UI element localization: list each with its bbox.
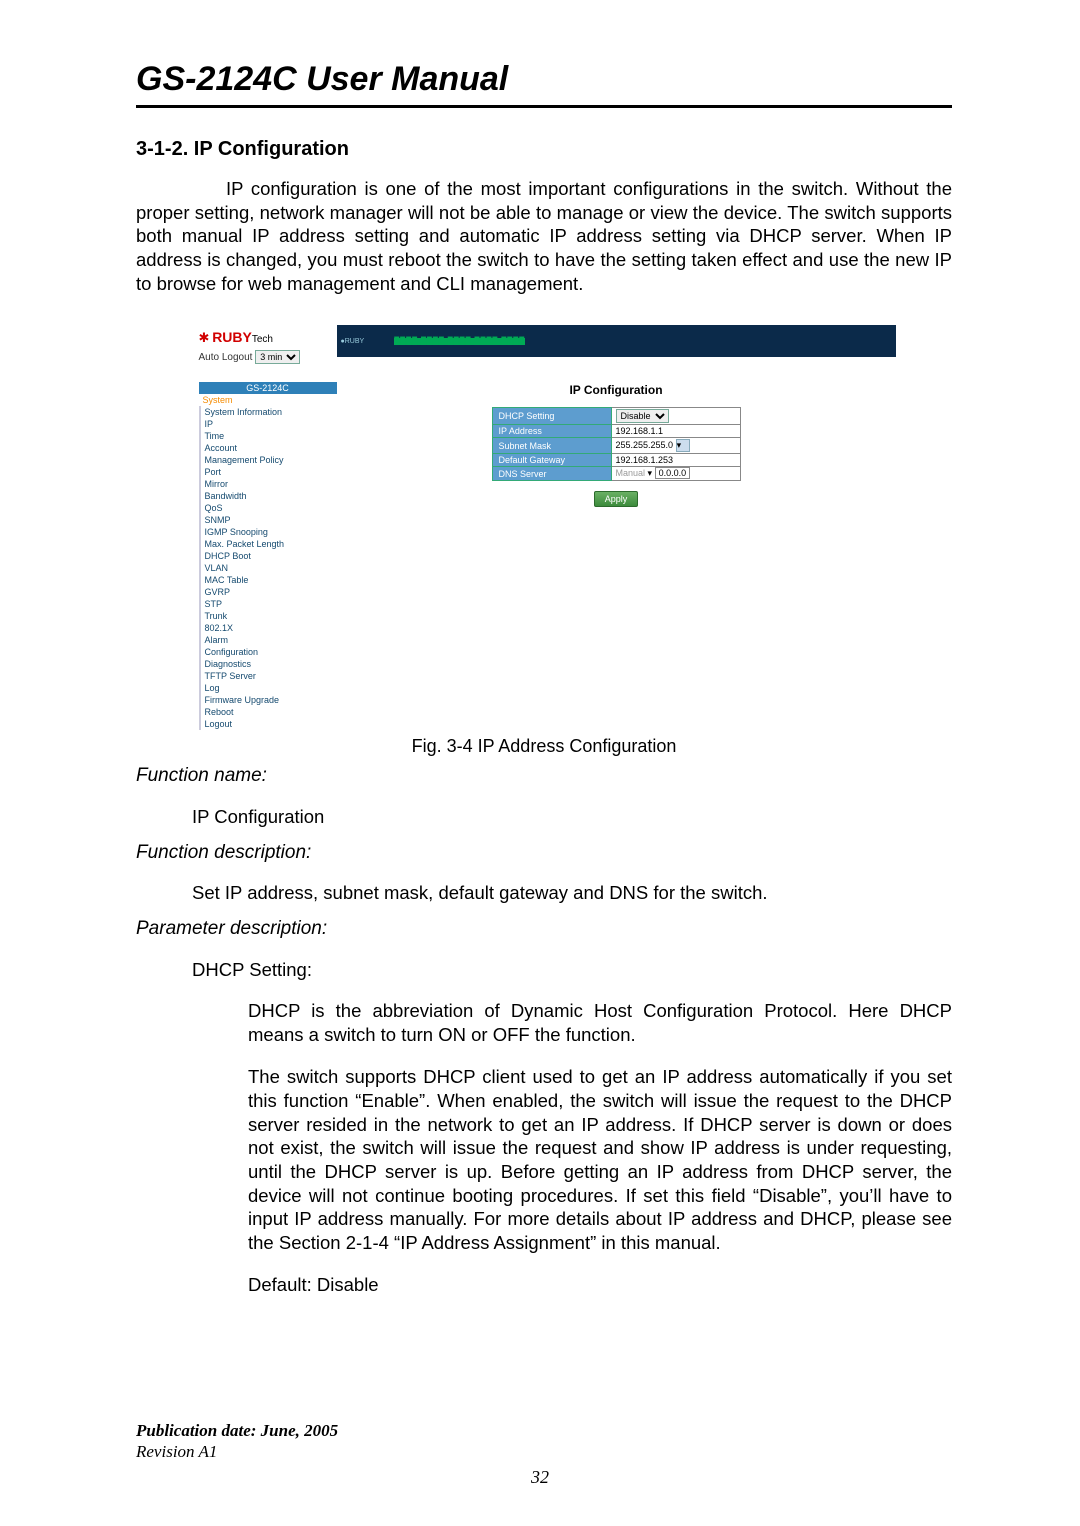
intro-paragraph: IP configuration is one of the most impo… [136,177,952,295]
sidebar-item-management-policy[interactable]: Management Policy [199,454,337,466]
sidebar-item-configuration[interactable]: Configuration [199,646,337,658]
ui-left-panel: ✱ RUBYTech Auto Logout 3 min GS-2124C Sy… [193,325,337,730]
switch-graphic: ●RUBY████ ████ ████ ████ ████ [337,325,896,357]
brand-text: RUBY [212,329,252,345]
sidebar-item-vlan[interactable]: VLAN [199,562,337,574]
param-p1: DHCP is the abbreviation of Dynamic Host… [248,999,952,1046]
sidebar-item-igmp-snooping[interactable]: IGMP Snooping [199,526,337,538]
row-label-dhcp: DHCP Setting [492,408,611,425]
page-number: 32 [0,1467,1080,1488]
row-label-dns: DNS Server [492,467,611,481]
row-label-gw: Default Gateway [492,454,611,467]
param-name: DHCP Setting: [192,959,952,981]
sidebar-item-bandwidth[interactable]: Bandwidth [199,490,337,502]
pub-line2: Revision A1 [136,1442,217,1461]
pub-line1: Publication date: June, 2005 [136,1421,338,1440]
sidebar-item-dhcp-boot[interactable]: DHCP Boot [199,550,337,562]
mask-value[interactable]: 255.255.255.0 [616,440,674,450]
param-default: Default: Disable [248,1273,952,1297]
sidebar-item-mirror[interactable]: Mirror [199,478,337,490]
param-desc-label: Parameter description: [136,918,952,940]
sidebar-model: GS-2124C [199,382,337,394]
sidebar-item-port[interactable]: Port [199,466,337,478]
fn-desc-label: Function description: [136,842,952,864]
sidebar-item-gvrp[interactable]: GVRP [199,586,337,598]
ip-value[interactable]: 192.168.1.1 [616,426,664,436]
sidebar-item-max-packet-length[interactable]: Max. Packet Length [199,538,337,550]
intro-text: IP configuration is one of the most impo… [136,178,952,294]
auto-logout-label: Auto Logout [199,352,253,363]
sidebar-item-qos[interactable]: QoS [199,502,337,514]
fn-name-value: IP Configuration [192,806,952,828]
section-heading: 3-1-2. IP Configuration [136,138,952,161]
sidebar-item-account[interactable]: Account [199,442,337,454]
sidebar-item-8021x[interactable]: 802.1X [199,622,337,634]
ip-config-table: DHCP Setting Disable IP Address 192.168.… [492,407,741,481]
sidebar-item-firmware-upgrade[interactable]: Firmware Upgrade [199,694,337,706]
auto-logout-select[interactable]: 3 min [255,350,300,364]
sidebar-item-alarm[interactable]: Alarm [199,634,337,646]
screenshot-embedded-ui: ✱ RUBYTech Auto Logout 3 min GS-2124C Sy… [193,325,896,730]
sidebar-item-mac-table[interactable]: MAC Table [199,574,337,586]
content-title: IP Configuration [337,383,896,397]
manual-title: GS-2124C User Manual [136,60,952,99]
gw-value[interactable]: 192.168.1.253 [616,455,674,465]
sidebar-item-reboot[interactable]: Reboot [199,706,337,718]
dhcp-select[interactable]: Disable [616,409,669,423]
publication-footer: Publication date: June, 2005 Revision A1 [136,1420,338,1463]
dns-mode[interactable]: Manual [616,468,646,478]
figure-caption: Fig. 3-4 IP Address Configuration [136,736,952,757]
sidebar-item-snmp[interactable]: SNMP [199,514,337,526]
sidebar-item-tftp-server[interactable]: TFTP Server [199,670,337,682]
sidebar-item-stp[interactable]: STP [199,598,337,610]
fn-desc-value: Set IP address, subnet mask, default gat… [192,882,952,904]
apply-button[interactable]: Apply [594,491,639,507]
sidebar-system-group[interactable]: System [199,394,337,406]
row-label-ip: IP Address [492,425,611,438]
ui-right-panel: ●RUBY████ ████ ████ ████ ████ IP Configu… [337,325,896,730]
sidebar-item-diagnostics[interactable]: Diagnostics [199,658,337,670]
sidebar-item-logout[interactable]: Logout [199,718,337,730]
sidebar-item-log[interactable]: Log [199,682,337,694]
ruby-logo: ✱ RUBYTech [199,329,337,346]
sidebar-item-time[interactable]: Time [199,430,337,442]
sidebar: GS-2124C System System Information IP Ti… [199,382,337,730]
param-p2: The switch supports DHCP client used to … [248,1065,952,1254]
brand-sub: Tech [252,334,273,345]
sidebar-item-ip[interactable]: IP [199,418,337,430]
fn-name-label: Function name: [136,765,952,787]
sidebar-item-system-information[interactable]: System Information [199,406,337,418]
dns-value[interactable]: 0.0.0.0 [655,467,691,479]
row-label-mask: Subnet Mask [492,438,611,454]
sidebar-item-trunk[interactable]: Trunk [199,610,337,622]
